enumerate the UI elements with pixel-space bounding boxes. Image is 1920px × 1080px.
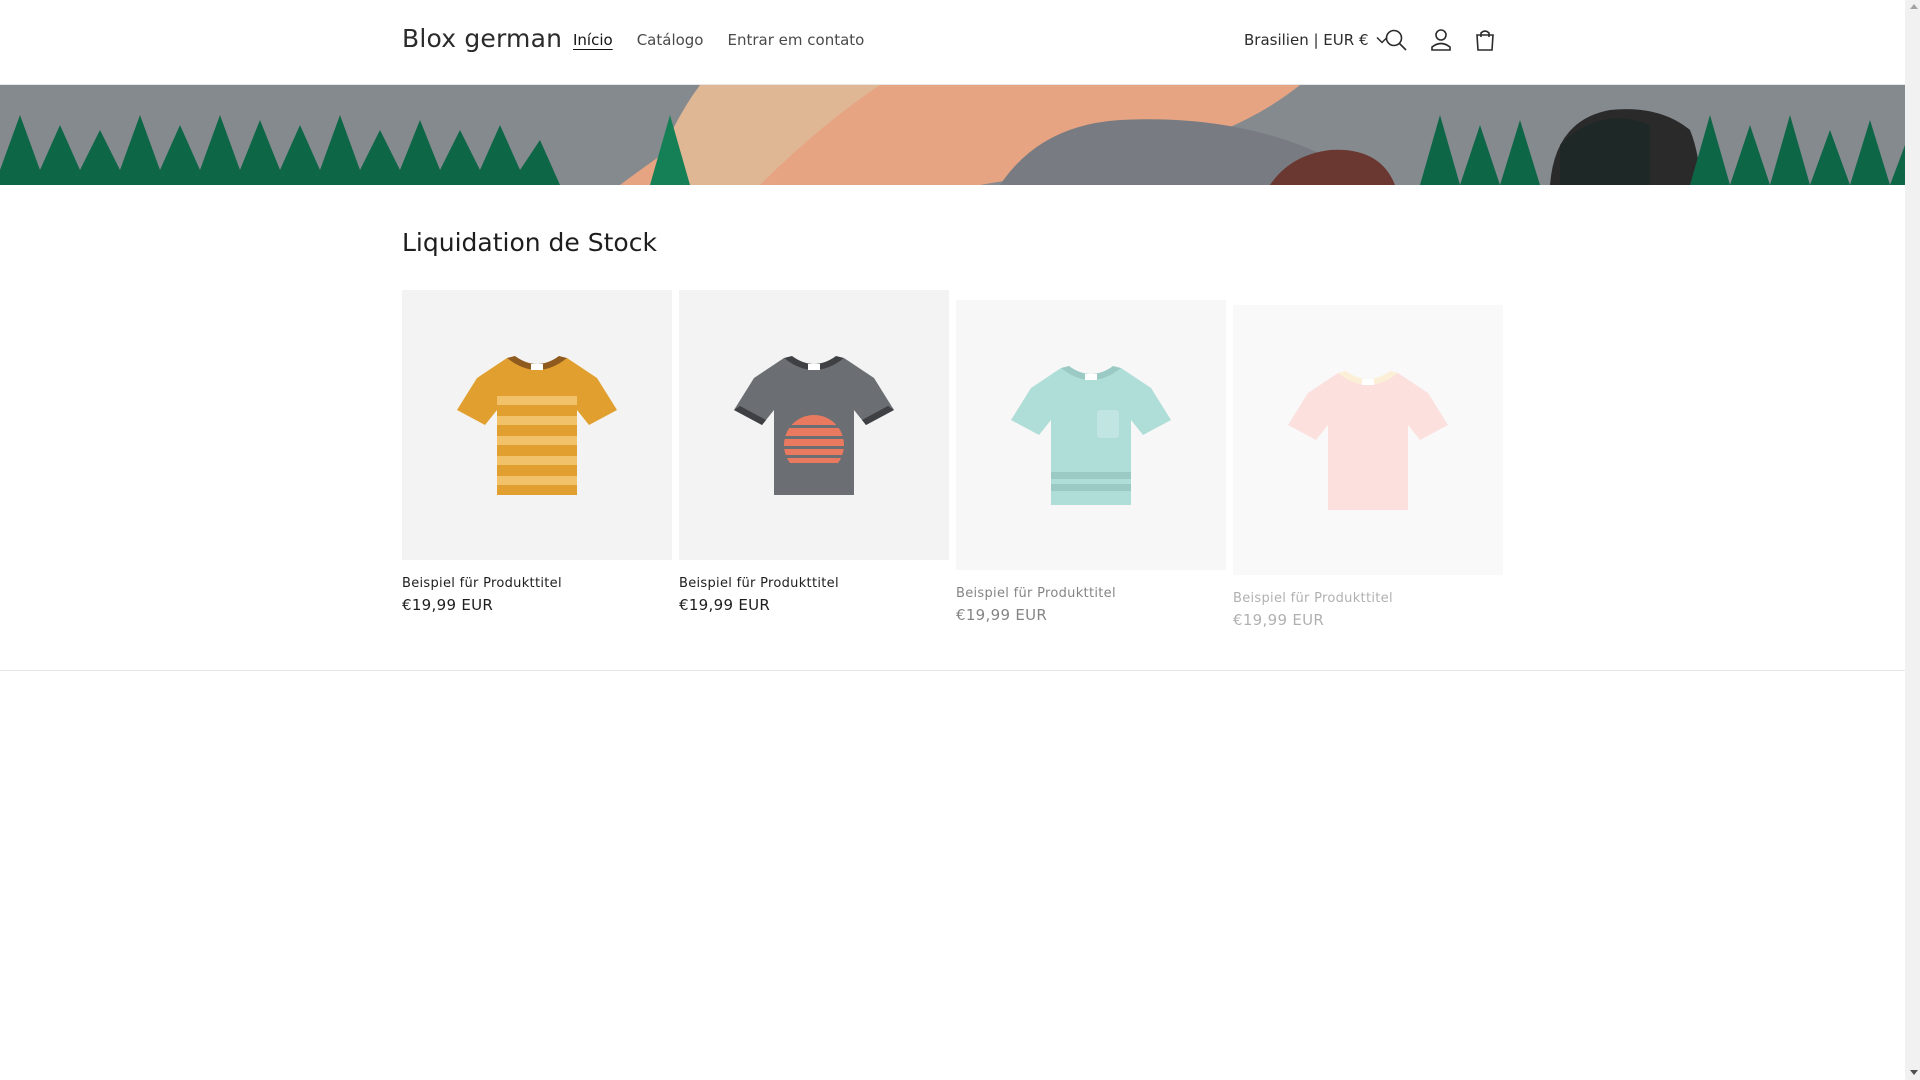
- product-title[interactable]: Beispiel für Produkttitel: [1233, 591, 1503, 606]
- brand-logo[interactable]: Blox german: [402, 24, 562, 53]
- product-card[interactable]: Beispiel für Produkttitel €19,99 EUR: [1233, 305, 1503, 629]
- page: Blox german Início Catálogo Entrar em co…: [0, 0, 1905, 1080]
- product-card[interactable]: Beispiel für Produkttitel €19,99 EUR: [402, 290, 672, 614]
- country-selector-label: Brasilien | EUR €: [1244, 31, 1369, 49]
- product-image[interactable]: [679, 290, 949, 560]
- section-divider: [0, 670, 1905, 671]
- product-card[interactable]: Beispiel für Produkttitel €19,99 EUR: [956, 300, 1226, 624]
- main-nav: Início Catálogo Entrar em contato: [573, 31, 864, 49]
- product-price: €19,99 EUR: [402, 596, 494, 614]
- product-image[interactable]: [402, 290, 672, 560]
- cart-icon[interactable]: [1471, 26, 1499, 54]
- product-title[interactable]: Beispiel für Produkttitel: [956, 586, 1226, 601]
- product-image[interactable]: [956, 300, 1226, 570]
- product-price: €19,99 EUR: [1233, 611, 1325, 629]
- collection-title: Liquidation de Stock: [402, 228, 657, 257]
- search-icon[interactable]: [1382, 26, 1410, 54]
- hero-banner-illustration: [0, 85, 1905, 185]
- tshirt-pink-plain-image: [1288, 371, 1448, 510]
- product-price: €19,99 EUR: [679, 596, 771, 614]
- nav-item-inicio[interactable]: Início: [573, 31, 613, 49]
- nav-item-catalogo[interactable]: Catálogo: [637, 31, 704, 49]
- nav-item-contato[interactable]: Entrar em contato: [728, 31, 865, 49]
- site-header: Blox german Início Catálogo Entrar em co…: [0, 0, 1905, 85]
- tshirt-teal-pocket-image: [1011, 366, 1171, 505]
- product-title[interactable]: Beispiel für Produkttitel: [402, 576, 672, 591]
- page-scrollbar[interactable]: [1905, 0, 1920, 1080]
- scroll-up-arrow-icon[interactable]: [1910, 4, 1918, 9]
- account-icon[interactable]: [1427, 26, 1455, 54]
- product-title[interactable]: Beispiel für Produkttitel: [679, 576, 949, 591]
- tshirt-grey-sunset-image: [734, 356, 894, 495]
- scroll-down-arrow-icon[interactable]: [1910, 1070, 1918, 1075]
- product-card[interactable]: Beispiel für Produkttitel €19,99 EUR: [679, 290, 949, 614]
- country-selector[interactable]: Brasilien | EUR €: [1244, 31, 1389, 49]
- product-image[interactable]: [1233, 305, 1503, 575]
- tshirt-orange-striped-image: [457, 356, 617, 495]
- product-price: €19,99 EUR: [956, 606, 1048, 624]
